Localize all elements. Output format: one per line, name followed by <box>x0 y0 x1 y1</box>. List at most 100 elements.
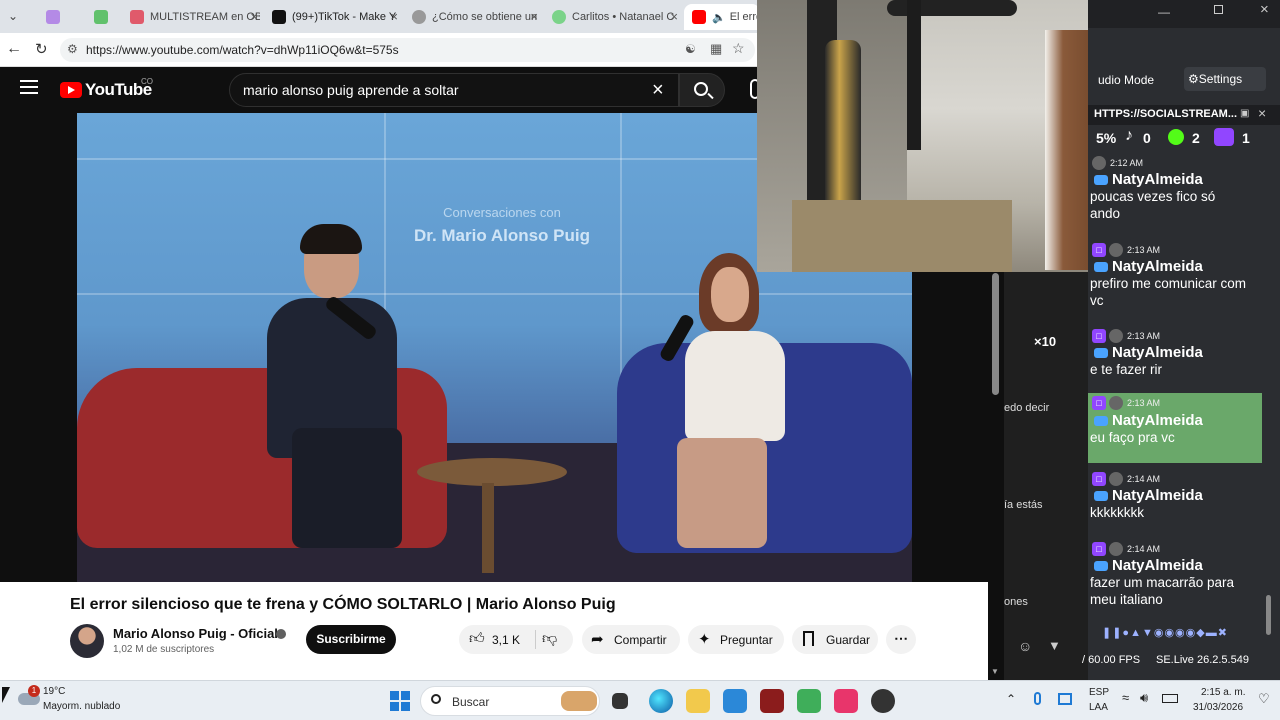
emoji-icon[interactable]: ☺ <box>1018 638 1032 654</box>
woman-figure <box>677 253 797 553</box>
message-time: 2:12 AM <box>1110 158 1144 168</box>
clock-date[interactable]: 31/03/2026 <box>1193 702 1243 713</box>
message-time: 2:14 AM <box>1127 544 1161 554</box>
search-button[interactable] <box>679 73 725 107</box>
youtube-logo-icon[interactable] <box>60 82 82 98</box>
task-view-icon[interactable] <box>612 693 628 709</box>
send-icon[interactable]: ▼ <box>1048 638 1061 653</box>
settings-tab[interactable]: ⚙Settings <box>1184 67 1266 91</box>
ask-button[interactable]: ✦ Preguntar <box>688 625 784 654</box>
browser-tab[interactable] <box>38 4 86 30</box>
wifi-icon[interactable]: ≈ <box>1122 690 1129 705</box>
panel-close-icon[interactable]: × <box>1258 105 1266 121</box>
url-field[interactable]: ⚙ https://www.youtube.com/watch?v=dhWp11… <box>60 38 755 62</box>
store-icon[interactable] <box>723 689 747 713</box>
bookmark-icon <box>803 631 814 646</box>
tray-app-icon[interactable] <box>1058 693 1072 705</box>
overlay-title: Dr. Mario Alonso Puig <box>414 226 590 245</box>
obs-icon[interactable] <box>871 689 895 713</box>
status-bar: / 60.00 FPS SE.Live 26.2.5.549 <box>1082 650 1280 672</box>
fps-readout: / 60.00 FPS <box>1082 654 1141 666</box>
taskbar-search[interactable]: Buscar <box>420 686 600 716</box>
extensions-icon[interactable]: ▦ <box>710 41 722 57</box>
kick-icon <box>1168 129 1184 145</box>
tab-list-chevron-icon[interactable]: ⌄ <box>8 9 18 23</box>
channel-avatar[interactable] <box>70 624 104 658</box>
browser-tab[interactable]: Carlitos • Natanael C × <box>544 4 684 30</box>
search-icon <box>431 694 441 704</box>
webcam-feed <box>757 0 1105 272</box>
keyboard-layout[interactable]: LAA <box>1089 702 1108 713</box>
minimize-icon[interactable]: — <box>1158 5 1170 19</box>
volume-icon[interactable]: 🔊︎ <box>1140 690 1148 706</box>
language-code[interactable]: ESP <box>1089 687 1109 698</box>
audio-playing-icon[interactable]: 🔈 <box>712 11 726 24</box>
clear-search-icon[interactable]: × <box>652 79 664 102</box>
tiktok-app-icon[interactable] <box>834 689 858 713</box>
more-dots-icon: ⋯ <box>894 630 908 646</box>
back-arrow-icon[interactable]: ← <box>6 40 22 58</box>
gear-icon: ⚙ <box>1188 72 1199 86</box>
twitch-icon: □ <box>1092 472 1106 486</box>
tray-chevron-icon[interactable]: ⌃ <box>1006 692 1016 706</box>
browser-tab[interactable]: (99+)TikTok - Make Y × <box>264 4 404 30</box>
panel-url[interactable]: HTTPS://SOCIALSTREAM... <box>1094 108 1237 120</box>
tab-label: El error <box>729 11 760 23</box>
browser-tab[interactable]: ¿Cómo se obtiene un × <box>404 4 544 30</box>
weather-desc: Mayorm. nublado <box>43 701 121 712</box>
dislike-icon[interactable]: 👎︎ <box>542 630 557 648</box>
message-user: NatyAlmeida <box>1112 412 1203 429</box>
browser-tab-active[interactable]: 🔈El error <box>684 4 760 30</box>
weather-widget[interactable]: 1 19°C Mayorm. nublado <box>14 685 134 717</box>
window-controls: — × <box>1088 0 1280 28</box>
share-button[interactable]: ➦ Compartir <box>582 625 680 654</box>
file-explorer-icon[interactable] <box>686 689 710 713</box>
tiktok-favicon-icon <box>272 10 286 24</box>
tab-favicon-icon <box>46 10 60 24</box>
reload-icon[interactable]: ↻ <box>35 40 48 58</box>
maximize-icon[interactable] <box>1214 5 1223 14</box>
search-box[interactable]: mario alonso puig aprende a soltar × <box>229 73 679 107</box>
app-m-icon[interactable] <box>760 689 784 713</box>
twitch-count: 1 <box>1242 130 1250 146</box>
video-details: El error silencioso que te frena y CÓMO … <box>0 582 988 680</box>
browser-tab[interactable] <box>86 4 122 30</box>
battery-icon[interactable] <box>1162 694 1178 703</box>
tab-close-icon[interactable]: × <box>530 9 538 24</box>
hamburger-menu-icon[interactable] <box>20 80 38 94</box>
channel-name[interactable]: Mario Alonso Puig - Oficial <box>113 626 278 641</box>
subscriber-count: 1,02 M de suscriptores <box>113 644 215 655</box>
streaming-app-icon[interactable] <box>797 689 821 713</box>
tab-close-icon[interactable]: × <box>390 9 398 24</box>
clock-time[interactable]: 2:15 a. m. <box>1201 687 1245 698</box>
edge-browser-icon[interactable] <box>649 689 673 713</box>
country-code: CO <box>141 77 153 86</box>
bookmark-star-icon[interactable]: ☆ <box>732 40 745 57</box>
window-close-icon[interactable]: × <box>1260 1 1269 18</box>
subscribe-button[interactable]: Suscribirme <box>306 625 396 654</box>
message-text: prefiro me comunicar com vc <box>1090 276 1247 308</box>
panel-scrollbar[interactable] <box>1266 595 1271 635</box>
tab-close-icon[interactable]: × <box>250 9 258 24</box>
chat-message: 2:12 AM NatyAlmeida poucas vezes fico só… <box>1088 155 1262 235</box>
message-text: poucas vezes fico só ando <box>1090 189 1216 221</box>
tab-close-icon[interactable]: × <box>670 9 678 24</box>
site-info-icon[interactable]: ⚙ <box>67 42 78 56</box>
address-bar-row: ← ↻ ⚙ https://www.youtube.com/watch?v=dh… <box>0 33 760 67</box>
audio-mode-tab[interactable]: udio Mode <box>1098 73 1154 87</box>
like-icon[interactable]: 👍︎ <box>469 630 485 648</box>
like-count[interactable]: 3,1 K <box>492 633 520 647</box>
save-button[interactable]: Guardar <box>792 625 878 654</box>
message-user: NatyAlmeida <box>1112 344 1203 361</box>
man-figure <box>252 224 402 553</box>
search-icon <box>694 82 708 96</box>
message-user: NatyAlmeida <box>1112 171 1203 188</box>
notification-bell-icon[interactable]: ♡ <box>1258 691 1270 707</box>
popout-icon[interactable]: ▣ <box>1240 108 1249 119</box>
more-actions-button[interactable]: ⋯ <box>886 625 916 654</box>
search-input[interactable]: mario alonso puig aprende a soltar <box>243 82 459 98</box>
start-button[interactable] <box>390 691 410 711</box>
microphone-icon[interactable] <box>1034 692 1041 705</box>
translate-icon[interactable]: ☯ <box>685 42 696 56</box>
browser-tab[interactable]: MULTISTREAM en OB × <box>122 4 264 30</box>
